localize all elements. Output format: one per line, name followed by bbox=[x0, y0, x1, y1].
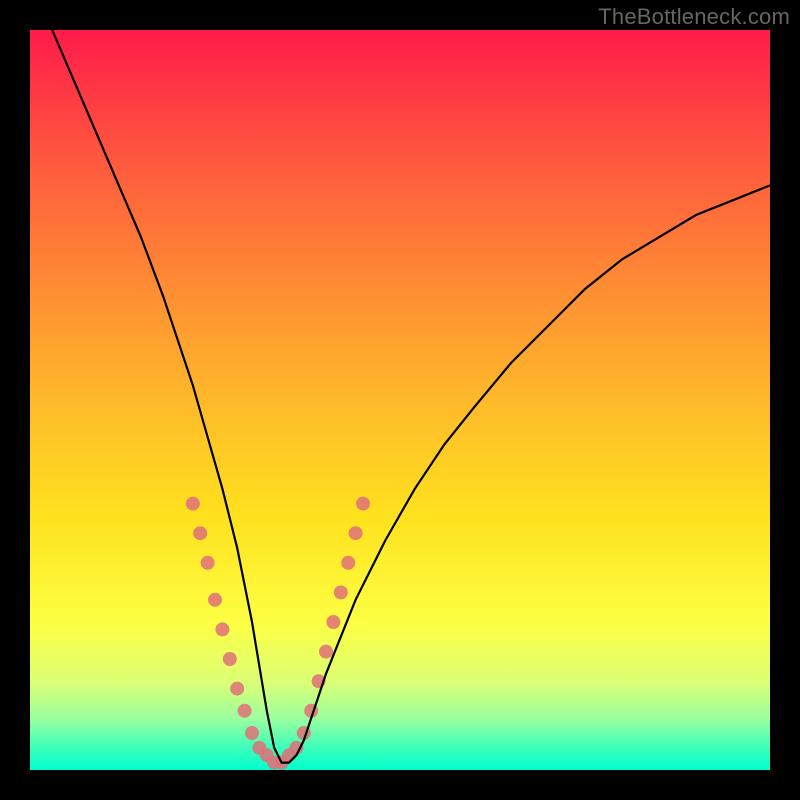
highlight-marker bbox=[334, 585, 348, 599]
highlight-marker bbox=[193, 526, 207, 540]
bottleneck-curve bbox=[52, 30, 770, 763]
chart-svg bbox=[30, 30, 770, 770]
highlight-marker bbox=[208, 593, 222, 607]
highlight-marker bbox=[245, 726, 259, 740]
highlight-marker bbox=[223, 652, 237, 666]
highlight-marker bbox=[319, 645, 333, 659]
plot-area bbox=[30, 30, 770, 770]
highlight-marker bbox=[326, 615, 340, 629]
highlight-marker bbox=[349, 526, 363, 540]
highlight-marker bbox=[356, 497, 370, 511]
highlight-marker bbox=[186, 497, 200, 511]
chart-frame: TheBottleneck.com bbox=[0, 0, 800, 800]
highlight-marker bbox=[215, 622, 229, 636]
watermark-text: TheBottleneck.com bbox=[598, 4, 790, 30]
highlight-marker bbox=[238, 704, 252, 718]
highlight-marker bbox=[201, 556, 215, 570]
highlight-marker bbox=[230, 682, 244, 696]
highlight-marker bbox=[341, 556, 355, 570]
